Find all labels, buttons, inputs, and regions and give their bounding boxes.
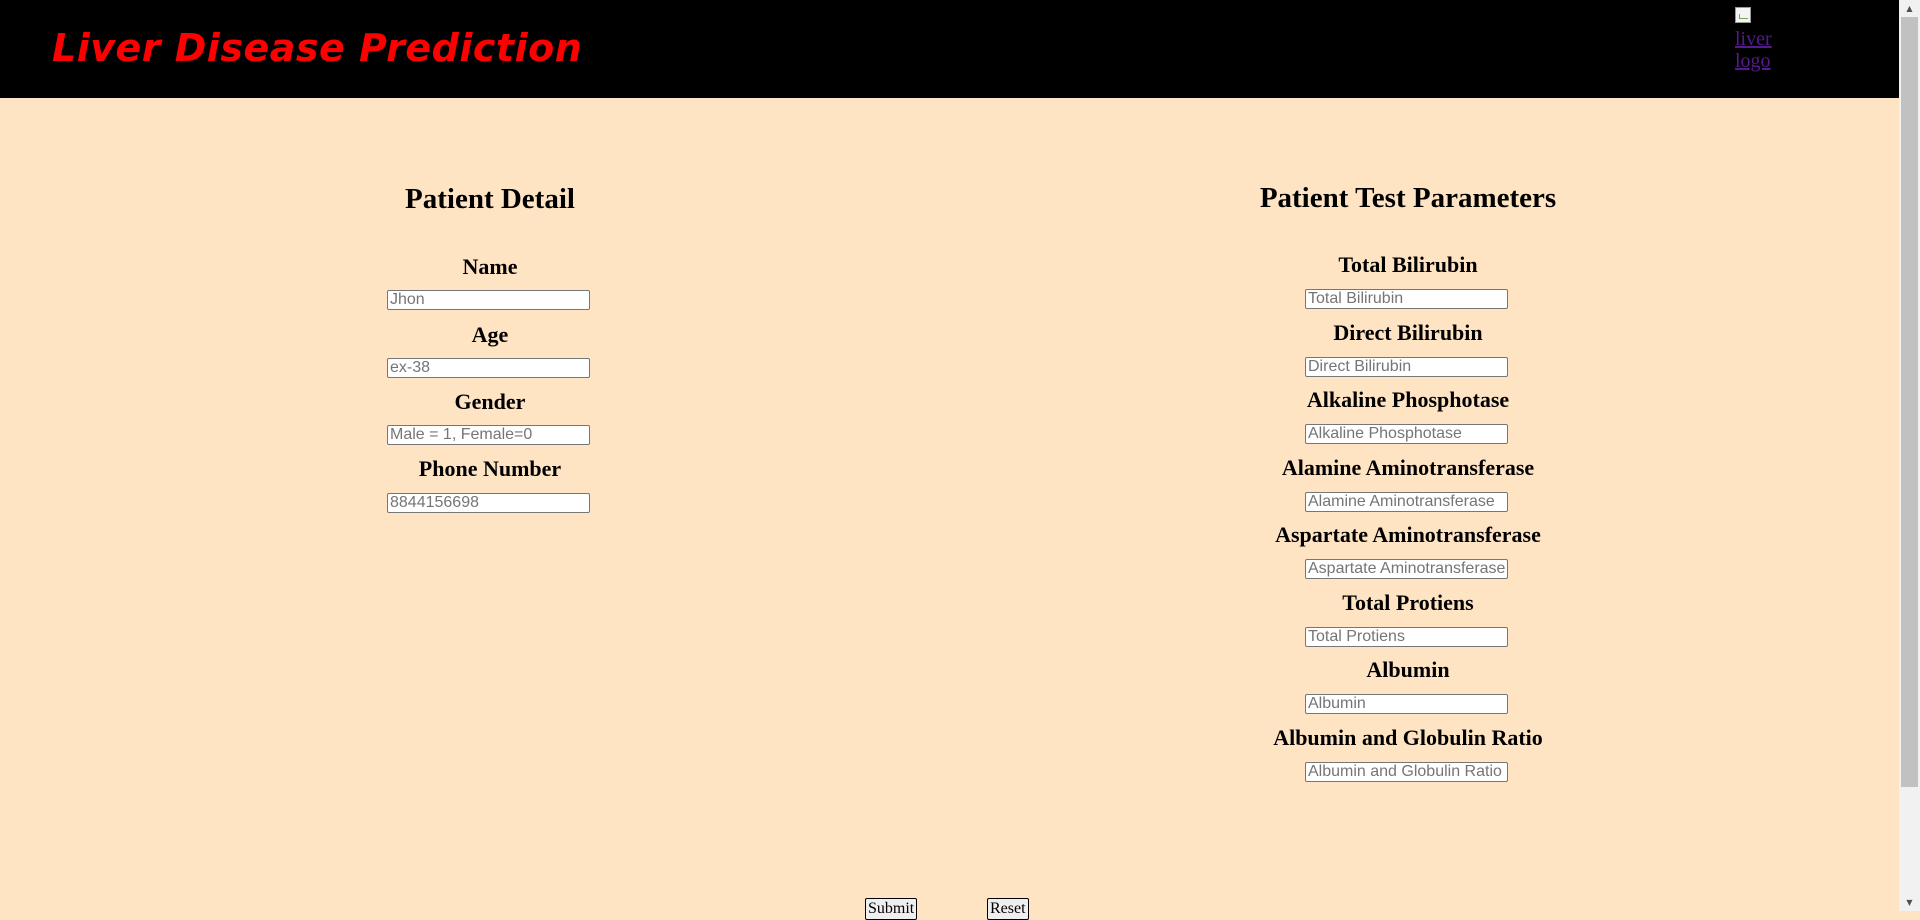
broken-image-icon bbox=[1735, 7, 1751, 23]
phone-number-input[interactable] bbox=[387, 493, 590, 513]
triangle-up-icon[interactable]: ▲ bbox=[1899, 0, 1920, 17]
gender-input[interactable] bbox=[387, 425, 590, 445]
reset-button[interactable]: Reset bbox=[987, 898, 1029, 920]
scrollbar-thumb[interactable] bbox=[1901, 17, 1918, 787]
albumin-globulin-ratio-input[interactable] bbox=[1305, 762, 1508, 782]
name-label: Name bbox=[462, 254, 518, 279]
total-bilirubin-input[interactable] bbox=[1305, 289, 1508, 309]
albumin-label: Albumin bbox=[1366, 657, 1450, 682]
name-input[interactable] bbox=[387, 290, 590, 310]
header-bar: Liver Disease Prediction liver logo bbox=[0, 0, 1899, 98]
gender-label: Gender bbox=[454, 389, 526, 414]
age-label: Age bbox=[471, 322, 509, 347]
albumin-input[interactable] bbox=[1305, 694, 1508, 714]
app-title: Liver Disease Prediction bbox=[52, 26, 583, 70]
albumin-globulin-ratio-label: Albumin and Globulin Ratio bbox=[1273, 725, 1543, 750]
total-protiens-input[interactable] bbox=[1305, 627, 1508, 647]
patient-detail-heading: Patient Detail bbox=[405, 183, 575, 215]
alamine-aminotransferase-label: Alamine Aminotransferase bbox=[1281, 455, 1535, 480]
aspartate-aminotransferase-label: Aspartate Aminotransferase bbox=[1275, 522, 1541, 547]
direct-bilirubin-label: Direct Bilirubin bbox=[1333, 320, 1483, 345]
triangle-down-icon[interactable]: ▼ bbox=[1899, 894, 1920, 911]
alkaline-phosphotase-input[interactable] bbox=[1305, 424, 1508, 444]
aspartate-aminotransferase-input[interactable] bbox=[1305, 559, 1508, 579]
submit-button[interactable]: Submit bbox=[865, 898, 918, 920]
total-bilirubin-label: Total Bilirubin bbox=[1338, 252, 1478, 277]
logo-link[interactable]: liver logo bbox=[1735, 6, 1780, 72]
alamine-aminotransferase-input[interactable] bbox=[1305, 492, 1508, 512]
direct-bilirubin-input[interactable] bbox=[1305, 357, 1508, 377]
total-protiens-label: Total Protiens bbox=[1342, 590, 1474, 615]
vertical-scrollbar[interactable]: ▲ ▼ bbox=[1899, 0, 1920, 911]
test-parameters-heading: Patient Test Parameters bbox=[1259, 182, 1557, 214]
age-input[interactable] bbox=[387, 358, 590, 378]
alkaline-phosphotase-label: Alkaline Phosphotase bbox=[1306, 387, 1510, 412]
logo-alt-text: liver logo bbox=[1735, 28, 1772, 72]
phone-number-label: Phone Number bbox=[418, 456, 562, 481]
